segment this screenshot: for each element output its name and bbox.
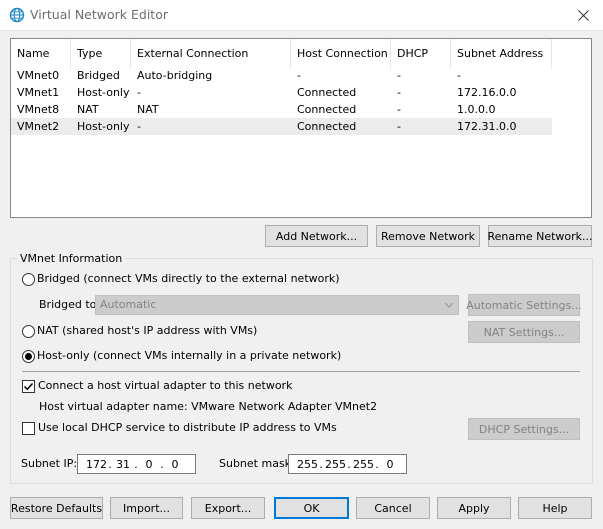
- connect-adapter-label[interactable]: Connect a host virtual adapter to this n…: [38, 379, 292, 393]
- column-header-external[interactable]: External Connection: [131, 39, 291, 69]
- mask-octet: 255: [353, 457, 374, 471]
- divider: [22, 371, 580, 372]
- ip-octet: 0: [145, 457, 153, 471]
- table-row[interactable]: VMnet8 NAT NAT Connected - 1.0.0.0: [11, 101, 552, 118]
- cell-external: Auto-bridging: [137, 69, 213, 82]
- network-list[interactable]: Name Type External Connection Host Conne…: [10, 38, 592, 218]
- close-icon: [577, 9, 589, 21]
- chevron-down-icon: [444, 302, 454, 308]
- column-header-type[interactable]: Type: [71, 39, 131, 69]
- host-only-label[interactable]: Host-only (connect VMs internally in a p…: [37, 349, 341, 363]
- subnet-mask-input[interactable]: 255 . 255 . 255 . 0: [288, 454, 407, 474]
- vmnet-info-label: VMnet Information: [17, 252, 126, 265]
- cell-type: Bridged: [77, 69, 120, 82]
- ip-octet: 0: [171, 457, 179, 471]
- subnet-ip-label: Subnet IP:: [21, 457, 78, 470]
- nat-label[interactable]: NAT (shared host's IP address with VMs): [37, 324, 257, 338]
- title-bar: Virtual Network Editor: [0, 0, 603, 31]
- checkmark-icon: [23, 382, 34, 391]
- cell-type: Host-only: [77, 120, 130, 133]
- mask-octet: 255: [297, 457, 318, 471]
- import-button[interactable]: Import...: [110, 497, 183, 519]
- bridged-to-value: Automatic: [100, 298, 157, 311]
- subnet-ip-input[interactable]: 172 . 31 . 0 . 0: [77, 454, 196, 474]
- column-header-host[interactable]: Host Connection: [291, 39, 391, 69]
- bridged-to-select[interactable]: Automatic: [95, 295, 459, 315]
- connect-adapter-checkbox[interactable]: [22, 380, 35, 393]
- export-button[interactable]: Export...: [191, 497, 265, 519]
- cell-name: VMnet1: [17, 86, 60, 99]
- column-header-subnet[interactable]: Subnet Address: [451, 39, 552, 69]
- bridged-radio[interactable]: [22, 273, 35, 286]
- cell-type: NAT: [77, 103, 99, 116]
- cell-external: -: [137, 86, 141, 99]
- cell-host: -: [297, 69, 301, 82]
- nat-settings-button[interactable]: NAT Settings...: [468, 321, 580, 343]
- table-row[interactable]: VMnet1 Host-only - Connected - 172.16.0.…: [11, 84, 552, 101]
- globe-icon: [9, 7, 25, 23]
- cell-dhcp: -: [397, 120, 401, 133]
- cancel-button[interactable]: Cancel: [356, 497, 430, 519]
- cell-name: VMnet0: [17, 69, 60, 82]
- cell-subnet: 1.0.0.0: [457, 103, 496, 116]
- mask-octet: 0: [386, 457, 394, 471]
- automatic-settings-button[interactable]: Automatic Settings...: [466, 294, 582, 316]
- add-network-button[interactable]: Add Network...: [265, 225, 368, 247]
- dhcp-settings-button[interactable]: DHCP Settings...: [468, 418, 580, 440]
- cell-host: Connected: [297, 103, 357, 116]
- column-header-dhcp[interactable]: DHCP: [391, 39, 451, 69]
- bridged-to-label: Bridged to:: [39, 298, 101, 311]
- dhcp-checkbox[interactable]: [22, 422, 35, 435]
- cell-name: VMnet8: [17, 103, 60, 116]
- cell-dhcp: -: [397, 86, 401, 99]
- restore-defaults-button[interactable]: Restore Defaults: [10, 497, 103, 519]
- cell-external: -: [137, 120, 141, 133]
- list-header: Name Type External Connection Host Conne…: [11, 39, 591, 69]
- cell-dhcp: -: [397, 69, 401, 82]
- apply-button[interactable]: Apply: [437, 497, 511, 519]
- host-only-radio[interactable]: [22, 350, 35, 363]
- rename-network-button[interactable]: Rename Network...: [487, 225, 593, 247]
- subnet-mask-label: Subnet mask:: [219, 457, 295, 470]
- mask-octet: 255: [325, 457, 346, 471]
- cell-subnet: 172.16.0.0: [457, 86, 517, 99]
- ip-octet: 31: [116, 457, 130, 471]
- ip-octet: 172: [86, 457, 107, 471]
- cell-subnet: 172.31.0.0: [457, 120, 517, 133]
- cell-name: VMnet2: [17, 120, 60, 133]
- cell-host: Connected: [297, 120, 357, 133]
- dhcp-label[interactable]: Use local DHCP service to distribute IP …: [38, 421, 337, 435]
- ok-button[interactable]: OK: [274, 497, 349, 519]
- table-row-selected[interactable]: VMnet2 Host-only - Connected - 172.31.0.…: [11, 118, 552, 135]
- cell-type: Host-only: [77, 86, 130, 99]
- table-row[interactable]: VMnet0 Bridged Auto-bridging - - -: [11, 67, 552, 84]
- cell-external: NAT: [137, 103, 159, 116]
- column-header-name[interactable]: Name: [11, 39, 71, 69]
- window-title: Virtual Network Editor: [30, 7, 168, 22]
- cell-host: Connected: [297, 86, 357, 99]
- nat-radio[interactable]: [22, 325, 35, 338]
- remove-network-button[interactable]: Remove Network: [376, 225, 480, 247]
- close-button[interactable]: [563, 0, 603, 30]
- cell-dhcp: -: [397, 103, 401, 116]
- cell-subnet: -: [457, 69, 461, 82]
- help-button[interactable]: Help: [518, 497, 592, 519]
- bridged-label[interactable]: Bridged (connect VMs directly to the ext…: [37, 272, 340, 286]
- adapter-name-label: Host virtual adapter name: VMware Networ…: [39, 400, 378, 413]
